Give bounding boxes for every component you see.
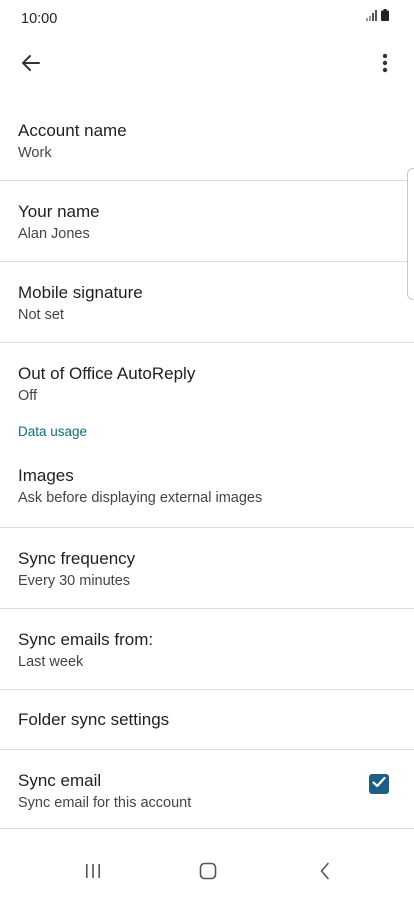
setting-row-sync-email[interactable]: Sync email Sync email for this account (0, 750, 414, 829)
row-title: Images (18, 466, 74, 485)
row-title: Out of Office AutoReply (18, 364, 196, 383)
row-subtitle: Sync email for this account (18, 795, 192, 811)
home-button[interactable] (193, 860, 223, 886)
section-header-label: Data usage (18, 424, 88, 439)
row-title: Sync frequency (18, 549, 136, 568)
section-header-data-usage: Data usage (0, 408, 414, 446)
scrollbar[interactable] (407, 168, 414, 300)
nav-back-button[interactable] (310, 860, 340, 886)
sync-email-checkbox[interactable] (369, 774, 389, 794)
row-subtitle: Every 30 minutes (18, 573, 131, 589)
back-icon (319, 862, 331, 885)
app-bar (0, 38, 414, 94)
row-subtitle: Not set (18, 307, 64, 323)
row-title: Mobile signature (18, 283, 143, 302)
setting-row-your-name[interactable]: Your name Alan Jones (0, 181, 414, 262)
setting-row-mobile-signature[interactable]: Mobile signature Not set (0, 262, 414, 343)
battery-icon (381, 8, 389, 26)
setting-row-folder-sync[interactable]: Folder sync settings (0, 690, 414, 750)
row-subtitle: Off (18, 388, 38, 404)
setting-row-sync-emails-from[interactable]: Sync emails from: Last week (0, 609, 414, 690)
row-title: Folder sync settings (18, 710, 170, 729)
more-options-button[interactable] (368, 48, 402, 82)
more-vert-icon (382, 53, 388, 78)
row-subtitle: Alan Jones (18, 226, 90, 242)
status-bar: 10:00 (0, 0, 414, 38)
recent-apps-icon (84, 863, 102, 884)
status-time: 10:00 (21, 11, 58, 27)
setting-row-images[interactable]: Images Ask before displaying external im… (0, 446, 414, 528)
settings-list: Account name Work Your name Alan Jones M… (0, 100, 414, 829)
arrow-left-icon (21, 53, 41, 78)
row-subtitle: Last week (18, 654, 84, 670)
setting-row-sync-frequency[interactable]: Sync frequency Every 30 minutes (0, 528, 414, 609)
row-title: Account name (18, 121, 127, 140)
home-icon (199, 862, 217, 885)
system-nav-bar (0, 846, 414, 897)
row-title: Sync email (18, 771, 102, 790)
checkmark-icon (372, 775, 386, 793)
status-icons (366, 9, 389, 26)
back-button[interactable] (14, 48, 48, 82)
row-title: Your name (18, 202, 100, 221)
row-subtitle: Work (18, 145, 52, 161)
signal-icon (366, 8, 378, 26)
setting-row-account-name[interactable]: Account name Work (0, 100, 414, 181)
recent-apps-button[interactable] (78, 860, 108, 886)
row-subtitle: Ask before displaying external images (18, 490, 263, 506)
row-title: Sync emails from: (18, 630, 154, 649)
